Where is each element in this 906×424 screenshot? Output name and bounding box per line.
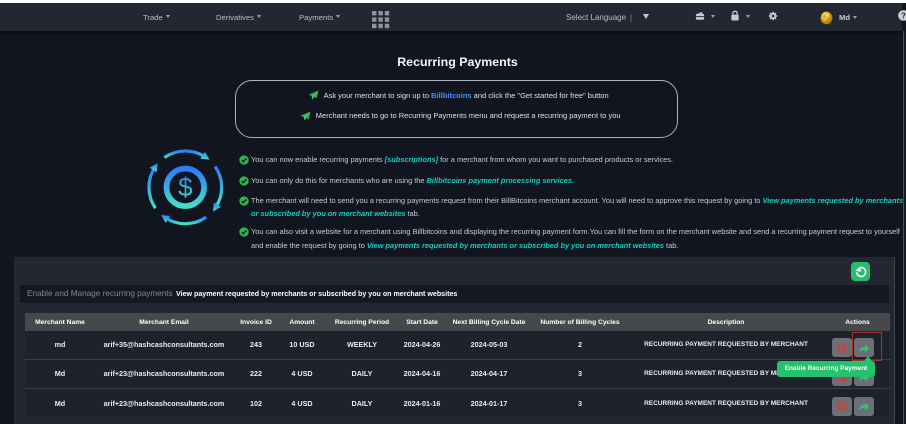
svg-text:$: $ (178, 172, 193, 202)
svg-text:?: ? (901, 11, 906, 20)
